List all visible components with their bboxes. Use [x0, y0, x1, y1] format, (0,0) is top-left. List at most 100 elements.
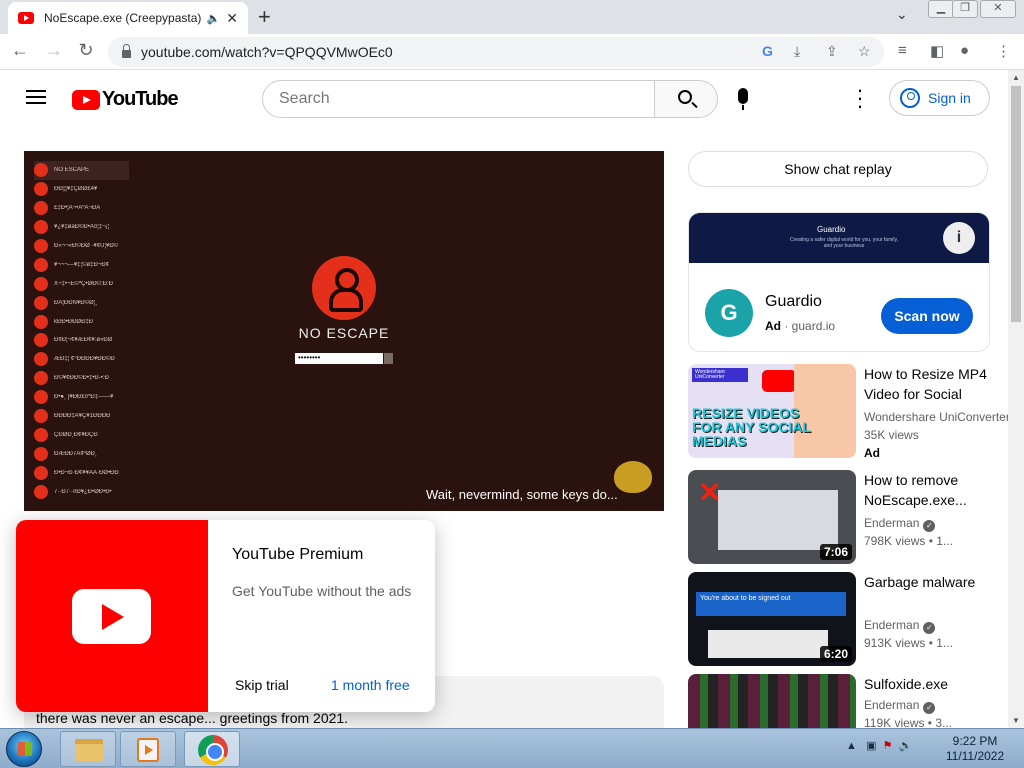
- start-button[interactable]: [6, 731, 42, 767]
- recommendation-title[interactable]: How to remove NoEscape.exe...: [864, 470, 1008, 510]
- youtube-premium-popup: YouTube Premium Get YouTube without the …: [16, 520, 435, 712]
- notepad-window: [708, 630, 828, 658]
- menu-hamburger-icon[interactable]: [26, 90, 46, 104]
- list-avatar-icon: [34, 371, 48, 386]
- recommendation-channel[interactable]: Enderman ✓: [864, 618, 936, 634]
- tab-title: NoEscape.exe (Creepypasta): [44, 11, 201, 25]
- list-avatar-icon: [34, 314, 48, 329]
- forward-arrow-icon[interactable]: →: [42, 40, 66, 61]
- list-row-text: ÐÐ▒¥‡ÇØØ£4¥: [54, 186, 98, 193]
- video-list-row: ÐÅ¦ÐÐÑ¥Ð©Ø¦¸: [34, 293, 129, 312]
- recommendation-title[interactable]: Sulfoxide.exe: [864, 674, 1008, 694]
- close-window-button[interactable]: ✕: [980, 0, 1016, 18]
- list-avatar-icon: [34, 257, 48, 272]
- video-thumbnail[interactable]: ✕ 7:06: [688, 470, 856, 564]
- network-icon[interactable]: ▣: [866, 740, 876, 752]
- profile-icon[interactable]: ●: [960, 42, 969, 59]
- video-list-row: ÆÐ‡¦ ¢°ÐÐÐÐ¥ÐÐ©Ð: [34, 350, 129, 369]
- side-panel-icon[interactable]: ◧: [930, 42, 944, 60]
- address-bar[interactable]: youtube.com/watch?v=QPQQVMwOEc0 G ⤓ ⇪ ☆: [108, 37, 884, 67]
- video-list-row: Ð©¥¢ÐÐ©Ð•‡•Ð-•:Ð: [34, 369, 129, 388]
- scroll-down-icon[interactable]: ▼: [1012, 716, 1020, 725]
- list-row-text: X¬‡•¬É©ªÇ•ØÐ©:Ð:Ð: [54, 280, 113, 287]
- taskbar-chrome-button[interactable]: [184, 731, 240, 767]
- video-list-row: ÇÐØÐ¸Ð¢¥ÐÇÐ: [34, 425, 129, 444]
- recommendation-channel[interactable]: Enderman ✓: [864, 516, 936, 532]
- search-input[interactable]: Search: [262, 80, 655, 118]
- list-avatar-icon: [34, 276, 48, 291]
- video-thumbnail[interactable]: You're about to be signed out 6:20: [688, 572, 856, 666]
- red-x-icon: ✕: [698, 477, 722, 508]
- verified-check-icon: ✓: [923, 702, 936, 714]
- wondershare-logo: Wondershare UniConverter: [692, 368, 748, 382]
- video-player[interactable]: NO ESCAPE ÐÐ▒¥‡ÇØØ£4¥ £‡Ð•¦Å¬•ÃºÅ¬ÐÅ ¥¿¥‡øá…: [24, 151, 664, 511]
- windows-taskbar: ▲ ▣ ⚑ 🔈 9:22 PM 11/11/2022: [0, 728, 1024, 768]
- install-app-icon[interactable]: ⤓: [794, 43, 800, 60]
- ad-banner[interactable]: Guardio Creating a safer digital world f…: [689, 213, 989, 263]
- list-avatar-icon: [34, 352, 48, 367]
- list-item[interactable]: ✕ 7:06 How to remove NoEscape.exe... End…: [688, 470, 1008, 564]
- video-list-row: NO ESCAPE: [34, 161, 129, 180]
- browser-tab[interactable]: NoEscape.exe (Creepypasta) 🔈 ✕: [8, 2, 248, 34]
- list-item[interactable]: Wondershare UniConverter RESIZE VIDEOS F…: [688, 364, 1010, 460]
- taskbar-explorer-button[interactable]: [60, 731, 116, 767]
- video-thumbnail[interactable]: [688, 674, 856, 728]
- scrollbar-thumb[interactable]: [1011, 86, 1021, 322]
- recommendation-channel[interactable]: Enderman ✓: [864, 698, 936, 714]
- google-translate-icon[interactable]: G: [762, 43, 773, 59]
- channel-name[interactable]: Enderman: [864, 618, 919, 632]
- scan-now-button[interactable]: Scan now: [881, 298, 973, 334]
- recommendation-channel[interactable]: Wondershare UniConverter: [864, 410, 1010, 424]
- url-text[interactable]: youtube.com/watch?v=QPQQVMwOEc0: [141, 44, 393, 60]
- lock-icon[interactable]: [122, 44, 131, 58]
- media-controls-icon[interactable]: ≡: [898, 42, 907, 59]
- ad-title[interactable]: Guardio: [765, 293, 822, 311]
- new-tab-icon[interactable]: +: [258, 4, 271, 30]
- ad-banner-tagline: Creating a safer digital world for you, …: [789, 237, 898, 249]
- list-item[interactable]: You're about to be signed out 6:20 Garba…: [688, 572, 1008, 666]
- voice-search-mic-icon[interactable]: [738, 88, 748, 110]
- taskbar-clock[interactable]: 9:22 PM 11/11/2022: [936, 734, 1014, 764]
- channel-name[interactable]: Enderman: [864, 698, 919, 712]
- video-list-row: Ð•●¸ ]¥ÐÐ£¤*Ð‡——¥: [34, 388, 129, 407]
- page-scrollbar[interactable]: ▲ ▼: [1008, 70, 1024, 728]
- ad-card[interactable]: Guardio Creating a safer digital world f…: [688, 212, 990, 352]
- video-thumbnail[interactable]: Wondershare UniConverter RESIZE VIDEOS F…: [688, 364, 856, 458]
- channel-name[interactable]: Enderman: [864, 516, 919, 530]
- settings-more-icon[interactable]: · · ·: [854, 79, 866, 117]
- sign-in-label: Sign in: [928, 90, 971, 106]
- minimize-window-button[interactable]: ▁: [928, 0, 954, 18]
- volume-icon[interactable]: 🔈: [899, 740, 913, 752]
- share-icon[interactable]: ⇪: [826, 43, 838, 60]
- recommendation-title[interactable]: Garbage malware: [864, 572, 1008, 592]
- ad-badge: Ad: [765, 319, 781, 333]
- recommendation-title[interactable]: How to Resize MP4 Video for Social Media…: [864, 364, 1008, 404]
- video-app-list: NO ESCAPE ÐÐ▒¥‡ÇØØ£4¥ £‡Ð•¦Å¬•ÃºÅ¬ÐÅ ¥¿¥‡øá…: [34, 161, 129, 501]
- show-chat-replay-button[interactable]: Show chat replay: [688, 151, 988, 187]
- restore-window-button[interactable]: ❐: [952, 0, 978, 18]
- taskbar-media-player-button[interactable]: [120, 731, 176, 767]
- video-duration: 6:20: [819, 646, 852, 662]
- close-tab-icon[interactable]: ✕: [226, 10, 238, 27]
- back-arrow-icon[interactable]: ←: [8, 40, 32, 61]
- list-row-text: ¥¿¥‡øáÐ©Ð•Â¤¦‡¬¡¦: [54, 224, 110, 231]
- verified-check-icon: ✓: [923, 622, 936, 634]
- reload-icon[interactable]: ↻: [74, 40, 98, 61]
- tab-search-chevron-icon[interactable]: ⌄: [896, 6, 908, 23]
- bookmark-star-icon[interactable]: ☆: [858, 43, 871, 60]
- action-center-flag-icon[interactable]: ⚑: [883, 740, 893, 752]
- search-button[interactable]: [654, 80, 718, 118]
- ad-info-icon[interactable]: i: [943, 222, 975, 254]
- sign-in-button[interactable]: Sign in: [889, 80, 990, 116]
- youtube-logo[interactable]: YouTube: [72, 88, 179, 111]
- speaker-icon[interactable]: 🔈: [207, 12, 221, 25]
- one-month-free-button[interactable]: 1 month free: [331, 677, 410, 693]
- chrome-menu-icon[interactable]: ⋮: [996, 42, 1011, 60]
- chrome-icon: [198, 735, 228, 765]
- scroll-up-icon[interactable]: ▲: [1012, 73, 1020, 82]
- video-list-row: ¥¿¥‡øáÐ©Ð•Â¤¦‡¬¡¦: [34, 218, 129, 237]
- skip-trial-button[interactable]: Skip trial: [235, 677, 289, 693]
- show-hidden-icons-icon[interactable]: ▲: [846, 740, 857, 752]
- list-item[interactable]: Sulfoxide.exe Enderman ✓ 119K views • 3..…: [688, 674, 1008, 728]
- thumbnail-text: RESIZE VIDEOS FOR ANY SOCIAL MEDIAS: [692, 405, 811, 449]
